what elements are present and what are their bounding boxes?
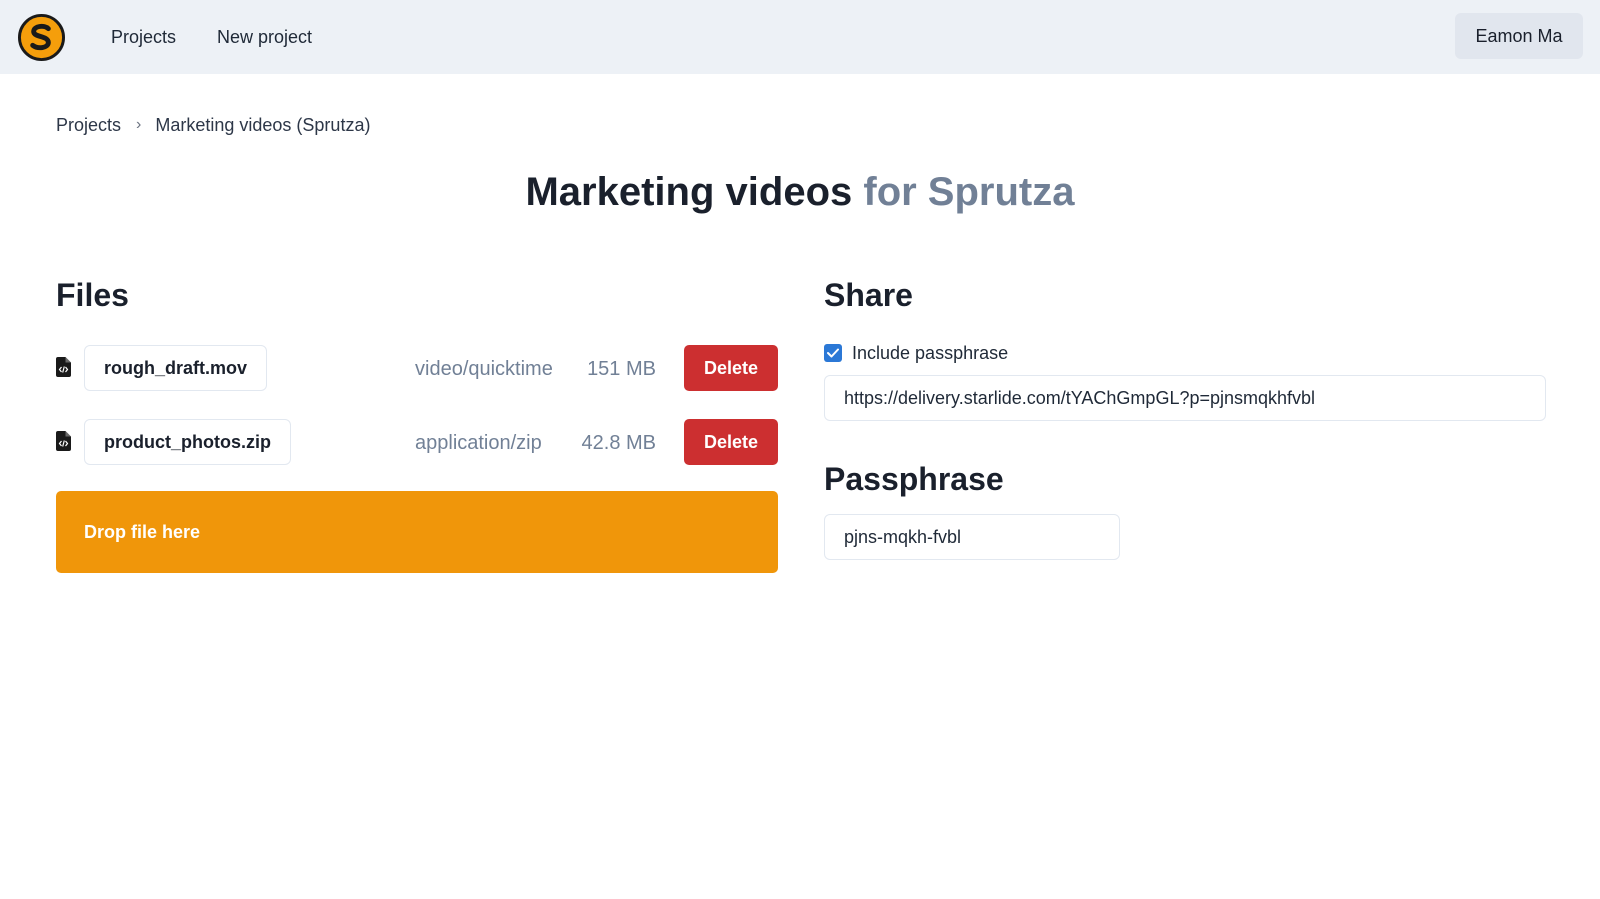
checkmark-icon (827, 348, 839, 358)
top-nav-bar: Projects New project Eamon Ma (0, 0, 1600, 74)
file-row: product_photos.zip application/zip 42.8 … (56, 419, 778, 465)
page-title-main: Marketing videos (525, 170, 853, 214)
include-passphrase-label: Include passphrase (852, 343, 1009, 363)
file-type: video/quicktime (415, 358, 553, 380)
page-title-client: for Sprutza (863, 170, 1075, 214)
breadcrumb-projects[interactable]: Projects (56, 114, 121, 136)
file-size: 42.8 MB (581, 432, 656, 454)
dropzone-label: Drop file here (84, 521, 201, 542)
user-menu-button[interactable]: Eamon Ma (1455, 13, 1583, 59)
delete-file-button[interactable]: Delete (684, 419, 778, 465)
file-dropzone[interactable]: Drop file here (56, 491, 778, 573)
nav-link-new-project[interactable]: New project (217, 26, 312, 48)
file-row: rough_draft.mov video/quicktime 151 MB D… (56, 345, 778, 391)
file-type: application/zip (415, 432, 542, 454)
share-heading: Share (824, 277, 913, 313)
share-url-field[interactable]: https://delivery.starlide.com/tYAChGmpGL… (824, 375, 1546, 421)
files-heading: Files (56, 277, 129, 313)
breadcrumb-separator-icon: › (136, 116, 142, 133)
breadcrumb: Projects › Marketing videos (Sprutza) (56, 114, 370, 136)
include-passphrase-option[interactable]: Include passphrase (824, 342, 1008, 364)
page-title: Marketing videos for Sprutza (0, 168, 1600, 216)
breadcrumb-current: Marketing videos (Sprutza) (155, 115, 371, 135)
delete-file-button[interactable]: Delete (684, 345, 778, 391)
file-size: 151 MB (587, 358, 656, 380)
nav-link-projects[interactable]: Projects (111, 26, 176, 48)
passphrase-heading: Passphrase (824, 461, 1004, 497)
include-passphrase-checkbox[interactable] (824, 344, 842, 362)
file-code-icon (56, 431, 71, 451)
file-code-icon (56, 357, 71, 377)
app-logo[interactable] (18, 14, 65, 61)
passphrase-field[interactable]: pjns-mqkh-fvbl (824, 514, 1120, 560)
file-name[interactable]: rough_draft.mov (84, 345, 268, 391)
user-name: Eamon Ma (1475, 25, 1563, 46)
file-name[interactable]: product_photos.zip (84, 419, 291, 465)
